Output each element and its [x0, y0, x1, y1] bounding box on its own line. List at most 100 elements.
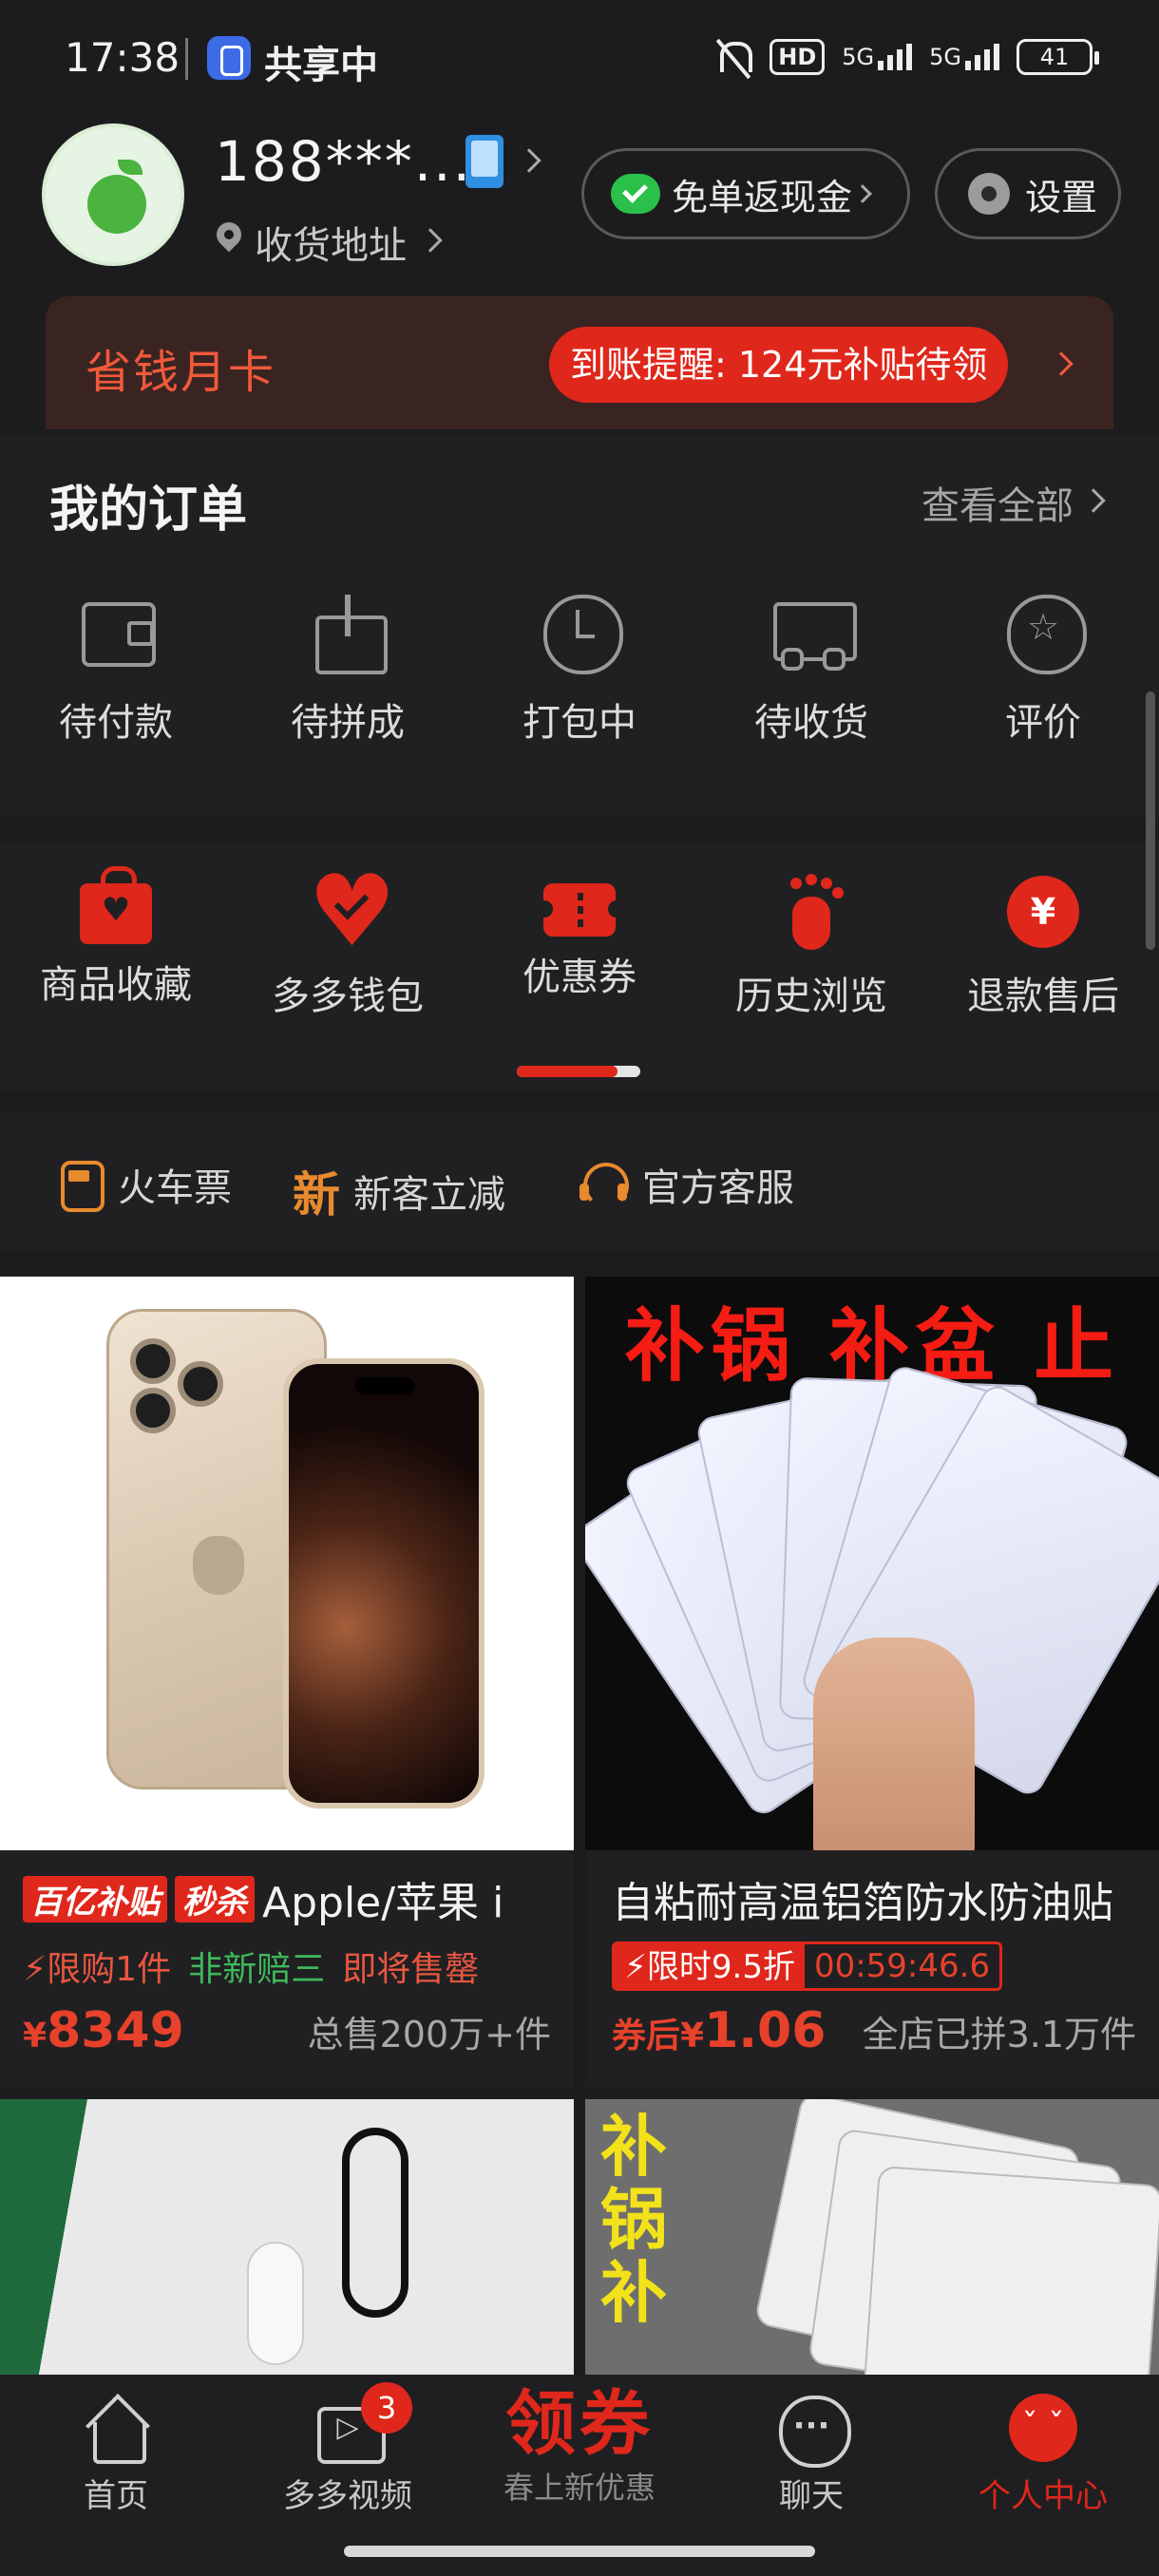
subsidy-reminder[interactable]: 到账提醒: 124元补贴待领 — [549, 327, 1009, 403]
share-box-icon — [310, 593, 388, 674]
address-link[interactable]: 收货地址 — [255, 215, 407, 270]
order-status-pending-receipt[interactable]: 待收货 — [695, 593, 927, 747]
apple-logo-icon — [193, 1536, 244, 1595]
gear-icon — [968, 173, 1010, 215]
truck-icon — [773, 593, 857, 671]
caption-char: 锅 — [600, 2181, 667, 2259]
customer-service-link[interactable]: 官方客服 — [578, 1157, 794, 1212]
subsidy-badge: 百亿补贴 — [23, 1875, 167, 1923]
tool-label: 商品收藏 — [40, 963, 192, 1007]
phone-icon[interactable] — [466, 135, 504, 188]
product-image-patch-strips[interactable]: 补 锅 补 — [585, 2099, 1159, 2384]
tool-label: 退款售后 — [967, 975, 1119, 1018]
nav-home[interactable]: 首页 — [0, 2394, 232, 2516]
order-status-review[interactable]: 评价 — [927, 593, 1159, 747]
tool-favorites[interactable]: 商品收藏 — [0, 866, 232, 1020]
nav-me[interactable]: 个人中心 — [927, 2394, 1159, 2516]
order-status-packing[interactable]: 打包中 — [464, 593, 695, 747]
tool-refund[interactable]: ¥ 退款售后 — [927, 876, 1159, 1020]
monthly-card-title: 省钱月卡 — [86, 346, 276, 399]
countdown-timer: 00:59:46.6 — [813, 1947, 991, 1985]
order-status-label: 待付款 — [59, 701, 173, 745]
heart-check-icon — [308, 847, 396, 975]
hand-image — [813, 1638, 975, 1850]
product-card[interactable]: 补 锅 补 — [585, 2099, 1159, 2384]
new-user-label: 新客立减 — [353, 1173, 505, 1217]
hd-badge: HD — [770, 39, 826, 75]
location-pin-icon — [215, 222, 243, 256]
screen-share-icon — [207, 36, 251, 80]
sold-count: 总售200万+件 — [307, 2014, 551, 2055]
price-row: ¥8349 总售200万+件 — [23, 2002, 551, 2059]
product-image-lanyard[interactable] — [0, 2099, 574, 2384]
order-status-row: 待付款 待拼成 打包中 待收货 评价 — [0, 593, 1159, 747]
product-card[interactable] — [0, 2099, 574, 2384]
status-indicators: HD 5G 5G 41 — [714, 36, 1099, 78]
settings-button[interactable]: 设置 — [935, 148, 1121, 239]
bell-off-icon — [714, 36, 753, 78]
cashback-label: 免单返现金 — [672, 176, 853, 218]
network-type-2: 5G — [929, 44, 961, 70]
discount-text: 限时9.5折 — [646, 1948, 795, 1986]
view-all-orders-link[interactable]: 查看全部 — [922, 475, 1074, 530]
monthly-card-banner[interactable]: 省钱月卡 到账提醒: 124元补贴待领 — [46, 296, 1113, 429]
product-image-foil-patch[interactable]: 补锅 补盆 止漏 — [585, 1277, 1159, 1850]
order-status-label: 打包中 — [522, 701, 636, 745]
tools-scroll-indicator — [517, 1066, 640, 1077]
wallet-icon — [78, 593, 156, 669]
new-user-discount-link[interactable]: 新 新客立减 — [293, 1157, 505, 1225]
price-symbol: ¥ — [680, 2017, 705, 2055]
price-row: 券后¥1.06 全店已拼3.1万件 — [612, 2002, 1136, 2059]
wechat-icon — [611, 174, 660, 214]
discount-label: ⚡限时9.5折 — [615, 1944, 805, 1988]
home-icon — [82, 2394, 150, 2464]
video-icon: 3 — [314, 2382, 412, 2464]
train-ticket-link[interactable]: 火车票 — [53, 1157, 232, 1212]
nav-video[interactable]: 3 多多视频 — [232, 2382, 464, 2516]
train-ticket-label: 火车票 — [118, 1166, 232, 1210]
tool-coupons[interactable]: 优惠券 — [464, 876, 695, 1020]
product-image-iphone[interactable] — [0, 1277, 574, 1850]
product-info: 自粘耐高温铝箔防水防油贴 ⚡限时9.5折 00:59:46.6 券后¥1.06 … — [585, 1850, 1159, 2088]
sold-count: 全店已拼3.1万件 — [862, 2014, 1136, 2055]
tool-wallet[interactable]: 多多钱包 — [232, 847, 464, 1020]
scrollbar[interactable] — [1146, 691, 1155, 950]
chevron-right-icon — [418, 228, 443, 253]
order-status-pending-group[interactable]: 待拼成 — [232, 593, 464, 747]
order-status-pending-payment[interactable]: 待付款 — [0, 593, 232, 747]
ticket-icon — [536, 883, 616, 937]
train-icon — [53, 1159, 104, 1212]
camera-lens — [130, 1338, 176, 1384]
chat-icon — [777, 2394, 851, 2468]
nav-me-label: 个人中心 — [978, 2477, 1108, 2515]
signal-1-icon: 5G — [842, 44, 913, 70]
product-card[interactable]: 百亿补贴 秒杀 Apple/苹果 i ⚡限购1件 非新赔三 即将售罄 ¥8349… — [0, 1277, 574, 2088]
coupon-subtitle: 春上新优惠 — [503, 2470, 656, 2506]
chevron-right-icon — [1049, 351, 1074, 376]
order-status-label: 待收货 — [754, 701, 868, 745]
cashback-button[interactable]: 免单返现金 — [581, 148, 910, 239]
nav-coupon[interactable]: 领券 春上新优惠 — [464, 2386, 695, 2508]
nav-video-label: 多多视频 — [283, 2477, 412, 2515]
nav-chat[interactable]: 聊天 — [695, 2394, 927, 2516]
product-name: 自粘耐高温铝箔防水防油贴 — [612, 1879, 1113, 1927]
product-price: ¥8349 — [23, 2002, 184, 2059]
headset-icon — [578, 1159, 629, 1210]
settings-label: 设置 — [1025, 176, 1098, 218]
camera-lens — [178, 1361, 223, 1407]
profile-face-icon — [1009, 2394, 1077, 2462]
tool-history[interactable]: 历史浏览 — [695, 876, 927, 1020]
product-card[interactable]: 补锅 补盆 止漏 自粘耐高温铝箔防水防油贴 ⚡限时9.5折 00:59:46.6… — [585, 1277, 1159, 2088]
tag-guarantee: 非新赔三 — [188, 1950, 326, 1989]
tag-limit-text: 限购1件 — [47, 1950, 172, 1989]
home-indicator[interactable] — [344, 2546, 815, 2557]
clock-icon — [542, 593, 623, 674]
orders-section: 我的订单 查看全部 待付款 待拼成 打包中 待收货 评价 — [0, 435, 1159, 817]
avatar[interactable] — [42, 123, 184, 266]
patch-sheet — [862, 2165, 1159, 2384]
username[interactable]: 188***... — [215, 129, 472, 194]
customer-service-label: 官方客服 — [642, 1166, 794, 1210]
video-badge: 3 — [361, 2382, 412, 2434]
chevron-right-icon — [517, 148, 542, 173]
lanyard-device — [247, 2242, 304, 2365]
